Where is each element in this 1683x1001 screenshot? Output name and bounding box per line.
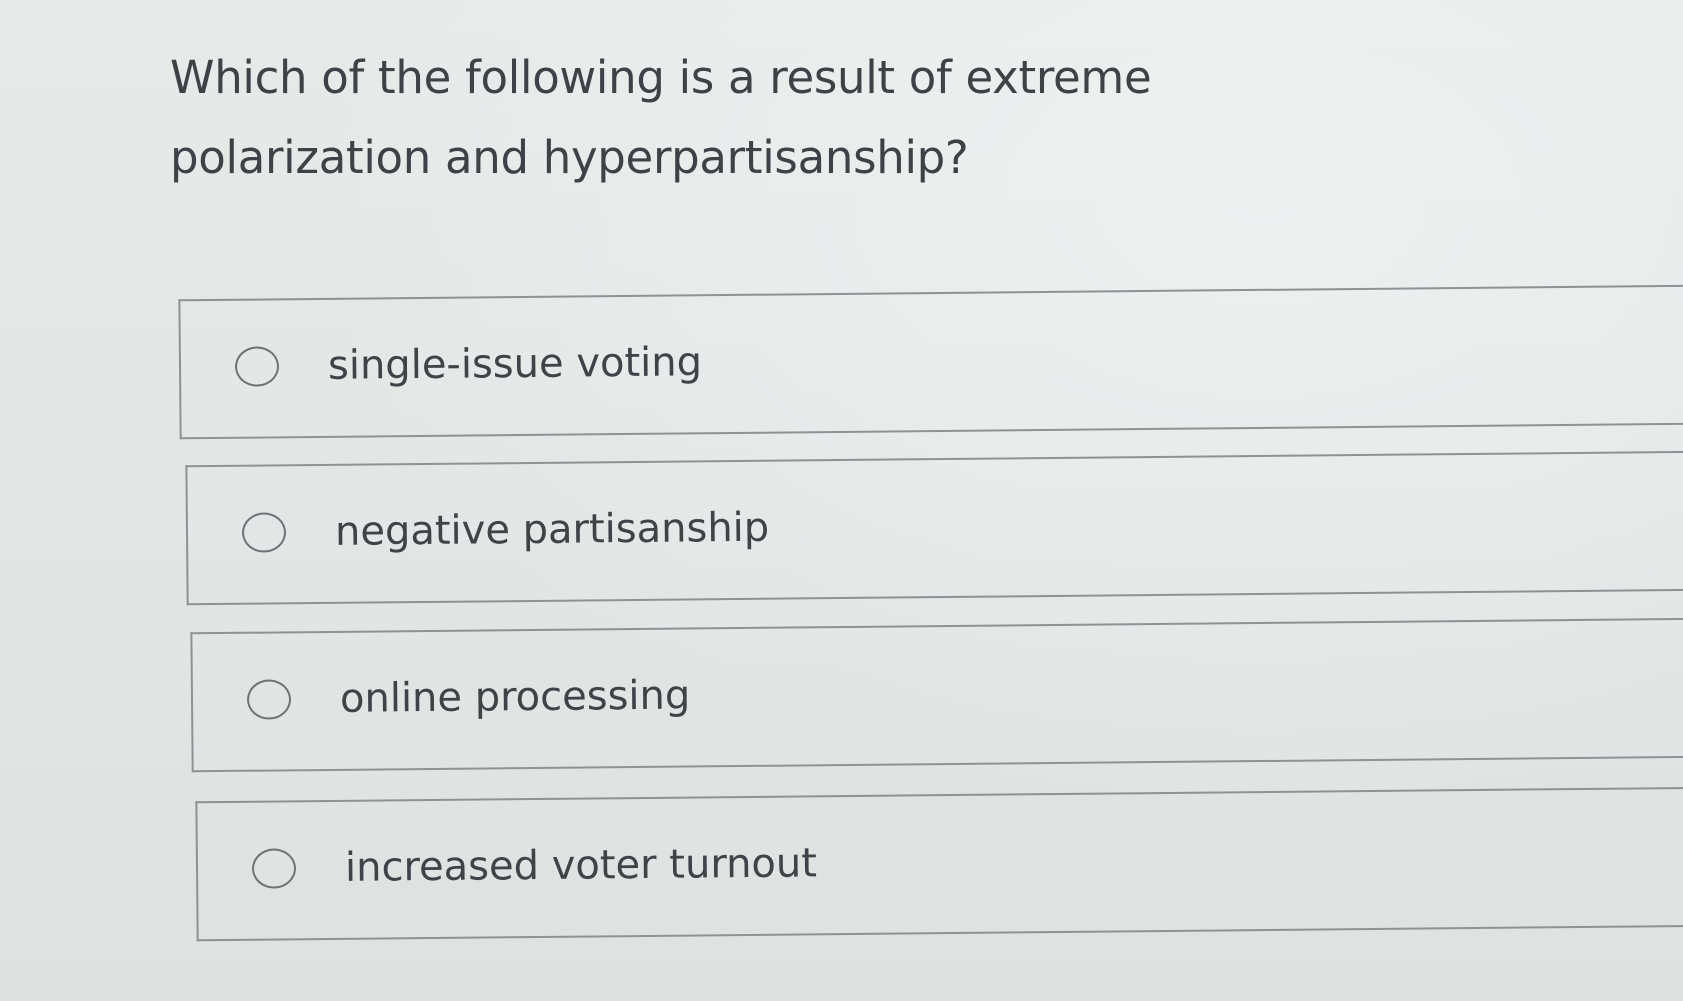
answer-option-label: online processing [339, 672, 691, 722]
radio-button-circle-icon[interactable] [246, 679, 292, 720]
answer-option-single-issue-voting[interactable]: single-issue voting [178, 284, 1683, 440]
answer-option-negative-partisanship[interactable]: negative partisanship [185, 450, 1683, 606]
answer-option-increased-voter-turnout[interactable]: increased voter turnout [195, 786, 1683, 942]
answer-option-online-processing[interactable]: online processing [190, 617, 1683, 773]
radio-button-circle-icon[interactable] [234, 346, 280, 387]
answer-option-label: single-issue voting [327, 339, 703, 389]
radio-button-circle-icon[interactable] [251, 848, 297, 889]
answer-option-label: increased voter turnout [344, 840, 818, 891]
radio-button-circle-icon[interactable] [241, 512, 287, 553]
screen-background: Which of the following is a result of ex… [0, 0, 1683, 1001]
answer-option-label: negative partisanship [334, 504, 770, 555]
answer-choices: single-issue voting negative partisanshi… [0, 0, 1683, 1001]
